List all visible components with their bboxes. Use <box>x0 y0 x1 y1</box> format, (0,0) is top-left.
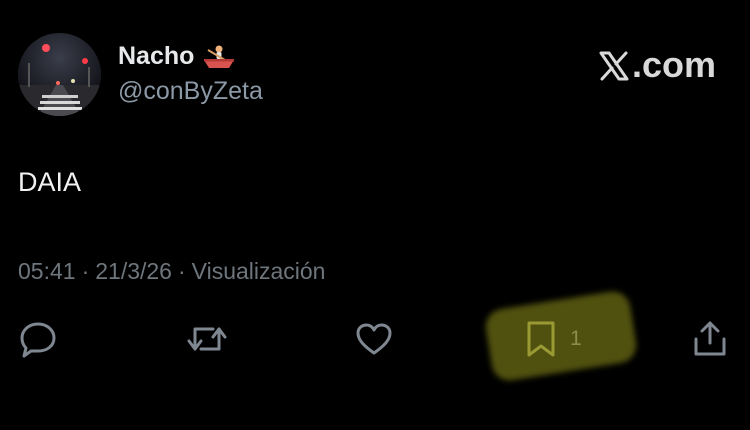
meta-separator: · <box>177 258 186 284</box>
share-icon <box>690 319 730 359</box>
avatar[interactable] <box>18 33 101 116</box>
bookmark-icon <box>524 319 558 359</box>
brand-watermark: .com <box>598 44 716 86</box>
retweet-icon <box>185 319 229 359</box>
avatar-image <box>18 33 101 116</box>
tweet-meta: 05:41 · 21/3/26 · Visualización <box>18 258 325 285</box>
views-label[interactable]: Visualización <box>192 258 326 284</box>
reply-icon <box>18 319 58 359</box>
rowboat-icon <box>202 43 236 71</box>
like-button[interactable] <box>354 318 394 360</box>
x-logo-icon <box>598 49 630 81</box>
meta-separator: · <box>81 258 90 284</box>
reply-button[interactable] <box>18 318 58 360</box>
author-handle[interactable]: @conByZeta <box>118 77 263 106</box>
author-display-name: Nacho <box>118 42 195 70</box>
bookmark-button[interactable]: 1 <box>524 318 582 360</box>
tweet-time[interactable]: 05:41 <box>18 258 76 284</box>
tweet-text: DAIA <box>18 167 82 197</box>
author-name[interactable]: Nacho <box>118 42 236 71</box>
bookmark-count: 1 <box>570 327 582 350</box>
share-button[interactable] <box>690 318 730 360</box>
brand-text: .com <box>631 44 716 85</box>
retweet-button[interactable] <box>185 318 229 360</box>
tweet-date[interactable]: 21/3/26 <box>95 258 172 284</box>
heart-icon <box>354 319 394 359</box>
